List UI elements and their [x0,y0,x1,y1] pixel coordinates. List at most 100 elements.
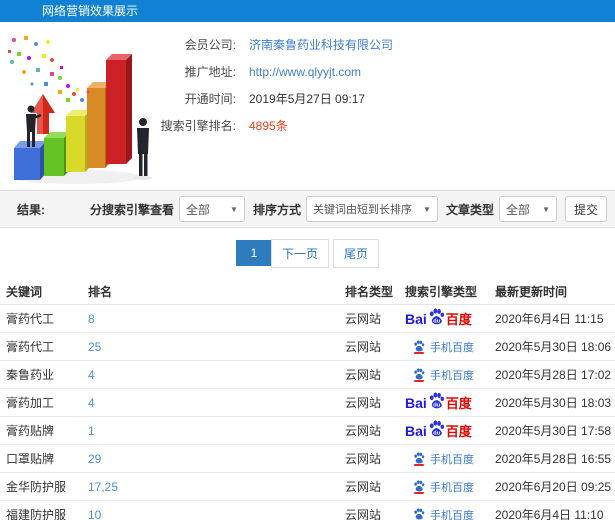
ranking-count-row: 搜索引擎排名: 4895条 [150,113,393,140]
keyword-cell: 膏药代工 [6,312,55,326]
rank-link[interactable]: 25 [88,340,101,354]
updated-cell: 2020年5月28日 17:02 [495,368,612,382]
rank-cell: 4 [88,396,345,410]
rank-type-cell: 云网站 [345,396,382,410]
baidu-mobile-logo: 手机百度 [405,479,474,495]
rank-cell: 29 [88,452,345,466]
col-header-keyword: 关键词 [6,284,43,299]
updated-cell: 2020年6月20日 09:25 [495,480,612,494]
updated-cell: 2020年5月30日 18:03 [495,396,612,410]
table-row: 福建防护服 10 云网站 手机百度 2020年6月4日 11:10 [0,501,615,520]
confetti [8,36,90,102]
promo-url-row: 推广地址: http://www.qlyyjt.com [150,59,393,86]
promo-url-link[interactable]: http://www.qlyyjt.com [249,65,361,79]
engine-type-cell: Bai du 百度 [405,392,495,414]
open-time-value: 2019年5月27日 09:17 [249,92,366,106]
engine-type-cell: Bai du 百度 [405,308,495,330]
bar-chart-illustration [8,36,152,184]
rank-type-cell: 云网站 [345,452,382,466]
rank-type-cell: 云网站 [345,340,382,354]
chevron-down-icon: ▼ [230,204,238,214]
promo-url-label: 推广地址: [184,65,236,79]
keyword-cell: 膏药贴牌 [6,424,55,438]
table-row: 金华防护服 17,25 云网站 手机百度 2020年6月20日 09:25 [0,473,615,501]
company-info: 会员公司: 济南秦鲁药业科技有限公司 推广地址: http://www.qlyyjt… [150,32,393,140]
rank-link[interactable]: 4 [88,396,95,410]
table-row: 膏药代工 8 云网站 Bai du 百度 2020年6月4日 11:15 [0,305,615,333]
engine-type-cell: 手机百度 [405,367,495,383]
engine-type-cell: Bai du 百度 [405,420,495,442]
table-body: 膏药代工 8 云网站 Bai du 百度 2020年6月4日 11:15 膏药代工 25 云网… [0,305,615,520]
header-section: 会员公司: 济南秦鲁药业科技有限公司 推广地址: http://www.qlyyjt… [0,22,615,190]
updated-cell: 2020年5月28日 16:55 [495,452,612,466]
rank-cell: 25 [88,340,345,354]
rank-link[interactable]: 10 [88,508,101,520]
rank-link[interactable]: 29 [88,452,101,466]
engine-type-cell: 手机百度 [405,507,495,520]
col-header-rank-type: 排名类型 [345,284,394,299]
baidu-mobile-logo: 手机百度 [405,451,474,467]
col-header-engine-type: 搜索引擎类型 [405,284,478,299]
rank-link[interactable]: 1 [88,424,95,438]
svg-text:du: du [433,318,441,324]
engine-select[interactable]: 全部 ▼ [178,196,245,222]
baidu-mobile-logo: 手机百度 [405,507,474,520]
submit-button[interactable]: 提交 [564,196,607,222]
filter-controls: 分搜索引擎查看 全部 ▼ 排序方式 关键词由短到长排序 ▼ 文章类型 全部 ▼ … [82,196,607,222]
member-company-label: 会员公司: [184,38,236,52]
baidu-mobile-underline [414,491,424,494]
table-row: 膏药加工 4 云网站 Bai du 百度 2020年5月30日 18:03 [0,389,615,417]
table-header-row: 关键词 排名 排名类型 搜索引擎类型 最新更新时间 [0,278,615,305]
ranking-count-value: 4895条 [249,119,288,133]
updated-cell: 2020年6月4日 11:10 [495,508,604,520]
result-label: 结果: [17,202,45,217]
rank-link[interactable]: 4 [88,368,95,382]
filter-bar: 结果: 分搜索引擎查看 全部 ▼ 排序方式 关键词由短到长排序 ▼ 文章类型 全… [0,190,615,228]
rank-type-cell: 云网站 [345,368,382,382]
baidu-mobile-underline [414,463,424,466]
baidu-mobile-underline [414,351,424,354]
article-type-select[interactable]: 全部 ▼ [498,196,557,222]
titlebar: 网络营销效果展示 [0,0,615,22]
bar-red [106,54,132,164]
baidu-mobile-underline [414,379,424,382]
sort-select[interactable]: 关键词由短到长排序 ▼ [305,196,438,222]
updated-cell: 2020年5月30日 17:58 [495,424,612,438]
table-row: 膏药代工 25 云网站 手机百度 2020年5月30日 18:06 [0,333,615,361]
article-type-select-value: 全部 [505,202,530,217]
baidu-logo: Bai du 百度 [405,420,472,442]
updated-cell: 2020年5月30日 18:06 [495,340,612,354]
pagination: 1 下一页 尾页 [0,228,615,278]
engine-type-cell: 手机百度 [405,339,495,355]
rank-type-cell: 云网站 [345,312,382,326]
page-title: 网络营销效果展示 [42,4,139,18]
ranking-count-label: 搜索引擎排名: [160,119,236,133]
rank-link[interactable]: 17,25 [88,480,118,494]
chevron-down-icon: ▼ [542,204,550,214]
engine-type-cell: 手机百度 [405,451,495,467]
engine-type-cell: 手机百度 [405,479,495,495]
keyword-cell: 金华防护服 [6,480,67,494]
sort-filter-label: 排序方式 [252,202,301,217]
baidu-paw-icon [414,479,425,492]
keyword-cell: 膏药代工 [6,340,55,354]
rank-cell: 10 [88,508,345,520]
page-1-button[interactable]: 1 [235,240,272,266]
baidu-paw-icon: du [429,420,444,436]
rank-link[interactable]: 8 [88,312,95,326]
keyword-cell: 口罩贴牌 [6,452,55,466]
keyword-cell: 秦鲁药业 [6,368,55,382]
rank-cell: 1 [88,424,345,438]
rank-cell: 17,25 [88,480,345,494]
baidu-logo: Bai du 百度 [405,308,472,330]
svg-text:du: du [433,402,441,408]
company-link[interactable]: 济南秦鲁药业科技有限公司 [249,38,393,52]
engine-filter-label: 分搜索引擎查看 [89,202,174,217]
rank-type-cell: 云网站 [345,424,382,438]
table-row: 秦鲁药业 4 云网站 手机百度 2020年5月28日 17:02 [0,361,615,389]
sort-select-value: 关键词由短到长排序 [312,204,412,216]
next-page-button[interactable]: 下一页 [270,238,329,268]
last-page-button[interactable]: 尾页 [333,238,380,268]
baidu-logo: Bai du 百度 [405,392,472,414]
open-time-label: 开通时间: [184,92,236,106]
